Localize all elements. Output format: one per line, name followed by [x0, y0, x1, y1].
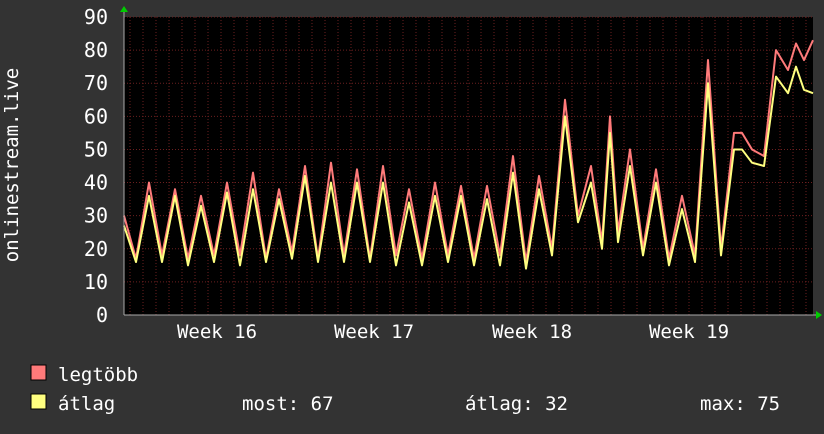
- stat-max: max: 75: [700, 393, 780, 415]
- y-tick-label: 10: [84, 270, 108, 294]
- legend-label-legtobb: legtöbb: [58, 364, 138, 386]
- x-tick-label: Week 16: [177, 321, 257, 343]
- y-tick-label: 0: [96, 303, 108, 327]
- y-tick-label: 40: [84, 171, 108, 195]
- chart-svg: 0102030405060708090 Week 16 Week 17 Week 1…: [1, 5, 822, 415]
- legend-swatch-atlag: [30, 393, 47, 410]
- y-tick-label: 30: [84, 204, 108, 228]
- y-axis-arrow-icon: [120, 6, 128, 12]
- legend-swatch-legtobb: [30, 364, 47, 381]
- plot-background: [124, 17, 813, 315]
- y-tick-label: 90: [84, 5, 108, 29]
- y-tick-label: 70: [84, 71, 108, 95]
- x-tick-label: Week 18: [492, 321, 572, 343]
- x-tick-labels: Week 16 Week 17 Week 18 Week 19: [177, 321, 729, 343]
- stat-atlag: átlag: 32: [465, 393, 568, 415]
- chart-container: 0 10 20 30 40 50 60 70 80 90 Week 16 Week 17 Week 1…: [0, 0, 824, 430]
- x-tick-label: Week 19: [649, 321, 729, 343]
- y-tick-label: 80: [84, 38, 108, 62]
- stat-most: most: 67: [242, 393, 334, 415]
- y-tick-label: 50: [84, 137, 108, 161]
- y-tick-label: 60: [84, 104, 108, 128]
- y-tick-label: 20: [84, 237, 108, 261]
- x-axis-arrow-icon: [816, 311, 822, 319]
- x-tick-label: Week 17: [334, 321, 414, 343]
- y-axis-label: onlinestream.live: [1, 68, 23, 262]
- legend-label-atlag: átlag: [58, 393, 115, 415]
- y-tick-labels: 0 10 20 30 40 50 60 70 80 90: [84, 5, 108, 327]
